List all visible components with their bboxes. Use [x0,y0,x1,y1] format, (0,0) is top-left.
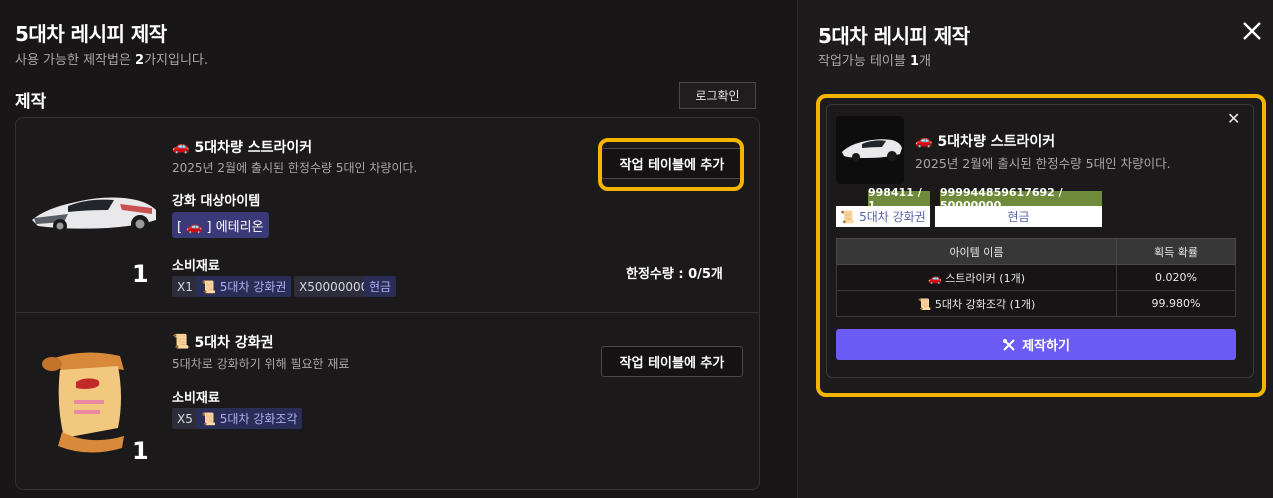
item-description: 5대차로 강화하기 위해 필요한 재료 [172,357,350,371]
car-icon: 🚗 [915,133,933,149]
item-quantity: 1 [132,437,149,465]
highlight-frame [598,138,744,191]
material-chip: 📜 5대차 강화권 [196,276,292,297]
panel-subtitle: 작업가능 테이블 1개 [818,54,932,69]
add-to-table-button[interactable]: 작업 테이블에 추가 [601,346,743,377]
car-icon: 🚗 [927,271,942,285]
panel-title: 5대차 레시피 제작 [818,24,970,48]
page-title: 5대차 레시피 제작 [15,22,167,46]
supercar-image [32,197,156,233]
card-item-description: 2025년 2월에 출시된 한정수량 5대인 차량이다. [915,156,1171,171]
target-item-label: 강화 대상아이템 [172,194,261,209]
close-icon[interactable] [1241,20,1263,42]
item-quantity: 1 [132,260,149,288]
item-description: 2025년 2월에 출시된 한정수량 5대인 차량이다. [172,161,418,175]
column-header: 아이템 이름 [836,238,1117,265]
item-name: 📜 5대차 강화권 [172,334,274,351]
material-chip: 현금 [364,276,397,297]
material-count: X5 [172,408,198,429]
remove-item-icon[interactable]: ✕ [1227,109,1240,128]
requirement-count: 999944859617692 / 50000000 [940,186,1102,212]
card-item-name: 🚗 5대차량 스트라이커 [915,133,1056,150]
page-subtitle: 사용 가능한 제작법은 2가지입니다. [15,53,209,68]
materials-label: 소비재료 [172,259,220,274]
table-row: 🚗 스트라이커 (1개) 0.020% [836,264,1236,291]
requirement-count: 998411 / 1 [868,186,930,212]
scroll-icon: 📜 [917,297,932,311]
supercar-image [842,139,902,161]
item-name: 🚗 5대차량 스트라이커 [172,139,313,156]
divider [15,312,760,313]
scroll-icon: 📜 [172,334,190,350]
probability-table: 아이템 이름 획득 확률 🚗 스트라이커 (1개) 0.020% 📜 5대차 강… [836,238,1236,317]
car-icon: 🚗 [172,139,190,155]
tools-icon [1003,338,1015,351]
materials-label: 소비재료 [172,391,220,406]
table-row: 📜 5대차 강화조각 (1개) 99.980% [836,290,1236,317]
target-item-chip: [ 🚗 ] 에테리온 [172,212,269,238]
item-thumbnail [836,116,904,184]
section-label: 제작 [15,92,47,112]
material-count: X50000000 [294,276,374,297]
table-cell: 🚗 스트라이커 (1개) [836,264,1117,291]
scroll-icon: 📜 [840,209,856,224]
table-cell: 📜 5대차 강화조각 (1개) [836,290,1117,317]
requirement-name: 📜 5대차 강화권 [836,206,930,227]
scroll-image [42,352,124,453]
material-chip: 📜 5대차 강화조각 [196,408,303,429]
material-count: X1 [172,276,198,297]
scroll-icon: 📜 [201,411,216,426]
limit-count: 한정수량 : 0/5개 [626,267,723,282]
scroll-icon: 📜 [201,279,216,294]
log-check-button[interactable]: 로그확인 [679,82,756,109]
table-cell: 99.980% [1116,290,1236,317]
craft-button[interactable]: 제작하기 [836,329,1236,360]
table-cell: 0.020% [1116,264,1236,291]
requirement-name: 현금 [935,206,1102,227]
column-header: 획득 확률 [1116,238,1236,265]
